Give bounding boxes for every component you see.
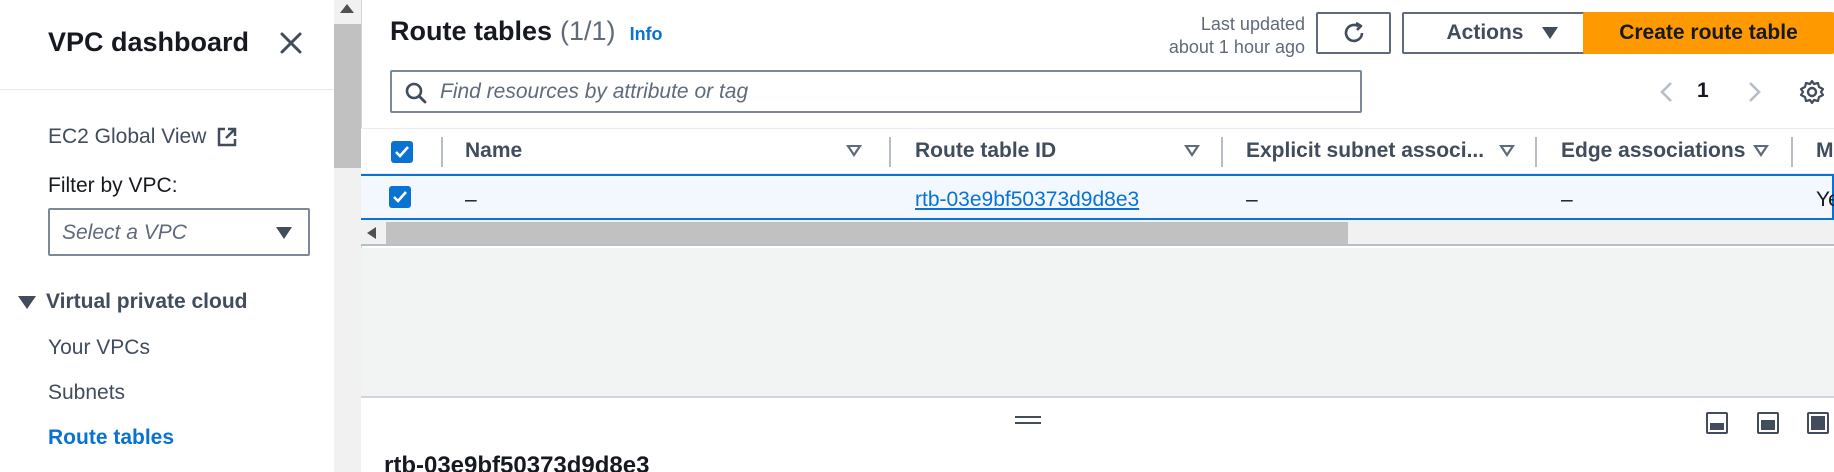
check-icon bbox=[395, 146, 409, 158]
sort-icon[interactable] bbox=[1753, 145, 1769, 157]
column-separator[interactable] bbox=[889, 137, 891, 167]
sidebar-scrollbar-thumb[interactable] bbox=[334, 24, 361, 168]
panel-side-icon[interactable] bbox=[1757, 412, 1779, 434]
vpc-select-placeholder: Select a VPC bbox=[62, 221, 187, 244]
cell-explicit-subnet: – bbox=[1246, 188, 1258, 211]
table-row[interactable]: – rtb-03e9bf50373d9d8e3 – – Ye bbox=[361, 174, 1834, 220]
sidebar-item-your-vpcs[interactable]: Your VPCs bbox=[48, 336, 150, 360]
column-header-name[interactable]: Name bbox=[465, 139, 522, 163]
previous-page-icon[interactable] bbox=[1657, 80, 1677, 104]
table-header: Name Route table ID Explicit subnet asso… bbox=[361, 128, 1834, 174]
column-header-route-table-id[interactable]: Route table ID bbox=[915, 139, 1056, 163]
column-separator[interactable] bbox=[1221, 137, 1223, 167]
last-updated-time: about 1 hour ago bbox=[1168, 37, 1305, 57]
route-table-id-link[interactable]: rtb-03e9bf50373d9d8e3 bbox=[915, 188, 1139, 212]
check-icon bbox=[393, 191, 407, 203]
row-checkbox[interactable] bbox=[389, 186, 411, 208]
panel-full-icon[interactable] bbox=[1807, 412, 1829, 434]
column-separator[interactable] bbox=[1535, 137, 1537, 167]
filter-by-vpc-label: Filter by VPC: bbox=[48, 174, 178, 197]
scroll-up-arrow-icon[interactable] bbox=[340, 4, 354, 13]
column-separator bbox=[441, 137, 443, 167]
page-title: Route tables (1/1) Info bbox=[390, 16, 663, 47]
sidebar-scrollbar[interactable] bbox=[334, 0, 361, 472]
select-all-checkbox[interactable] bbox=[391, 141, 413, 163]
vpc-select[interactable]: Select a VPC bbox=[48, 208, 310, 256]
close-icon[interactable] bbox=[276, 28, 306, 58]
search-field[interactable] bbox=[390, 70, 1362, 113]
current-page-number[interactable]: 1 bbox=[1697, 79, 1709, 103]
search-icon bbox=[405, 82, 427, 104]
panel-bottom-icon[interactable] bbox=[1706, 412, 1728, 434]
column-separator[interactable] bbox=[1791, 137, 1793, 167]
sidebar-title: VPC dashboard bbox=[48, 27, 250, 57]
actions-button[interactable]: Actions bbox=[1402, 12, 1602, 54]
create-route-table-button[interactable]: Create route table bbox=[1583, 12, 1834, 54]
split-panel: rtb-03e9bf50373d9d8e3 bbox=[361, 396, 1834, 472]
horizontal-scrollbar-thumb[interactable] bbox=[386, 222, 1348, 244]
gear-icon[interactable] bbox=[1798, 78, 1826, 106]
caret-down-icon bbox=[1541, 27, 1558, 39]
external-link-icon bbox=[218, 127, 237, 147]
cell-name: – bbox=[465, 188, 477, 211]
ec2-global-view-link[interactable]: EC2 Global View bbox=[48, 125, 238, 149]
scroll-left-arrow-icon[interactable] bbox=[367, 227, 376, 239]
caret-down-icon bbox=[18, 295, 36, 309]
column-header-explicit-subnet[interactable]: Explicit subnet associ... bbox=[1246, 139, 1484, 163]
last-updated: Last updated about 1 hour ago bbox=[1161, 13, 1305, 59]
sort-icon[interactable] bbox=[1184, 145, 1200, 157]
sort-icon[interactable] bbox=[1499, 145, 1515, 157]
search-input[interactable] bbox=[440, 72, 1340, 111]
caret-down-icon bbox=[276, 227, 292, 239]
next-page-icon[interactable] bbox=[1744, 80, 1764, 104]
actions-label: Actions bbox=[1446, 21, 1524, 44]
sort-icon[interactable] bbox=[846, 145, 862, 157]
last-updated-label: Last updated bbox=[1200, 14, 1305, 34]
sidebar-header: VPC dashboard bbox=[0, 0, 334, 90]
sidebar-item-route-tables[interactable]: Route tables bbox=[48, 426, 174, 450]
virtual-private-cloud-section[interactable]: Virtual private cloud bbox=[18, 290, 248, 314]
refresh-icon bbox=[1344, 21, 1363, 43]
column-header-edge-associations[interactable]: Edge associations bbox=[1561, 139, 1745, 163]
cell-edge-associations: – bbox=[1561, 188, 1573, 211]
ec2-global-view-label: EC2 Global View bbox=[48, 125, 207, 148]
main-content: Route tables (1/1) Info Last updated abo… bbox=[361, 0, 1834, 472]
sidebar-item-subnets[interactable]: Subnets bbox=[48, 381, 125, 405]
table-horizontal-scrollbar[interactable] bbox=[361, 220, 1834, 246]
page-title-text: Route tables bbox=[390, 16, 553, 46]
split-panel-title: rtb-03e9bf50373d9d8e3 bbox=[384, 452, 650, 472]
selection-count: (1/1) bbox=[560, 16, 616, 46]
table-empty-area bbox=[361, 248, 1834, 396]
cell-main: Ye bbox=[1816, 188, 1834, 211]
section-title: Virtual private cloud bbox=[46, 290, 248, 313]
navigation-sidebar: VPC dashboard EC2 Global View Filter by … bbox=[0, 0, 334, 472]
column-header-main[interactable]: M bbox=[1816, 139, 1834, 163]
info-link[interactable]: Info bbox=[630, 24, 663, 45]
drag-handle-icon[interactable] bbox=[1015, 416, 1041, 426]
refresh-button[interactable] bbox=[1316, 12, 1391, 54]
